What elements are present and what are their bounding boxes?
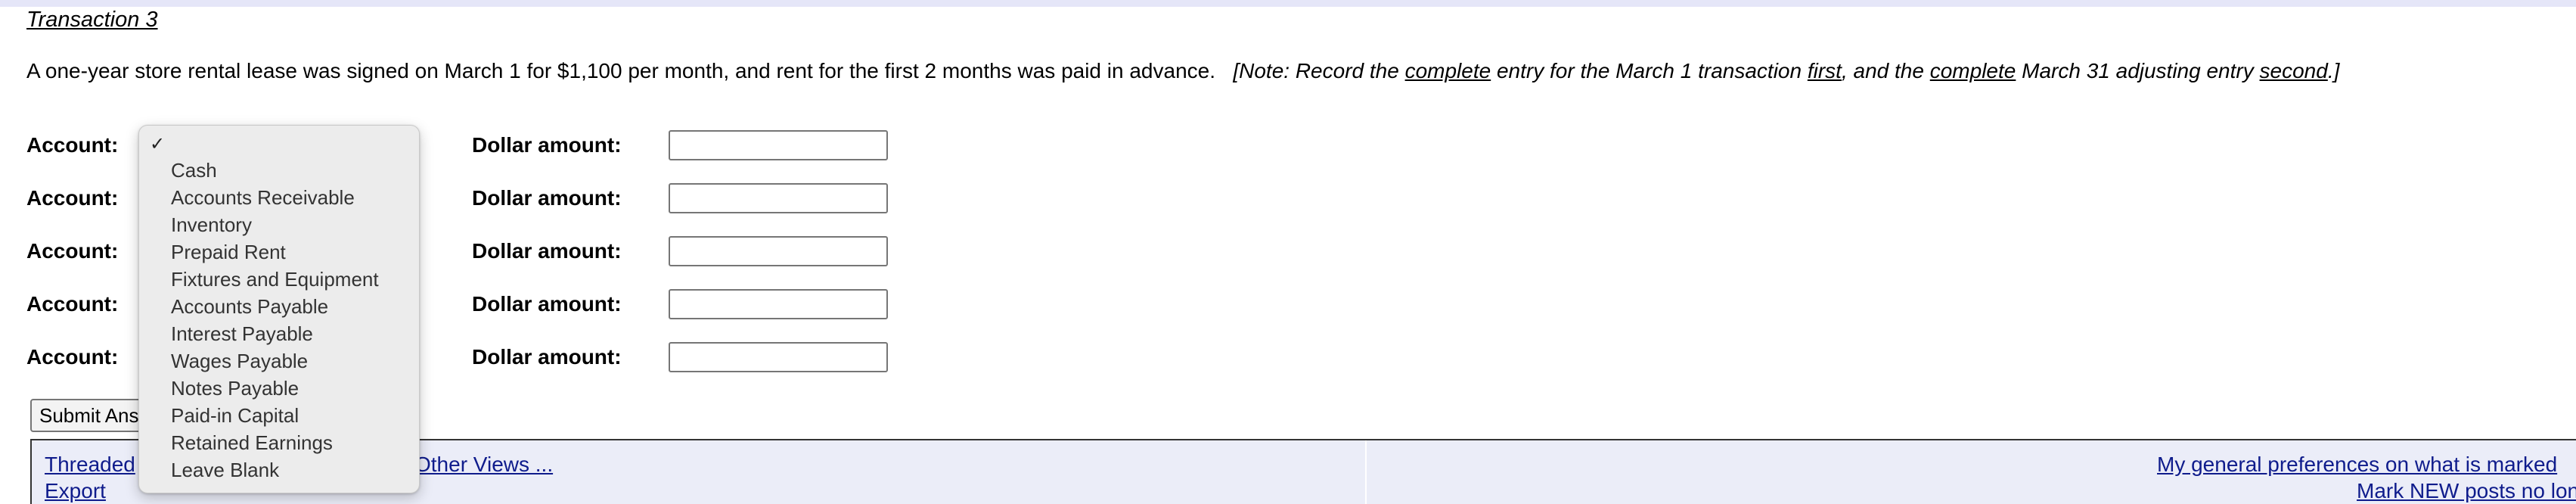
dollar-amount-input[interactable] — [669, 236, 888, 266]
dollar-amount-input[interactable] — [669, 130, 888, 160]
dropdown-option-fixtures-and-equipment[interactable]: Fixtures and Equipment — [171, 267, 379, 291]
dropdown-option-wages-payable[interactable]: Wages Payable — [171, 349, 308, 373]
dollar-amount-label: Dollar amount: — [472, 239, 622, 263]
dropdown-option-accounts-receivable[interactable]: Accounts Receivable — [171, 185, 355, 210]
dropdown-option-retained-earnings[interactable]: Retained Earnings — [171, 431, 333, 455]
dollar-amount-label: Dollar amount: — [472, 186, 622, 210]
dollar-amount-label: Dollar amount: — [472, 133, 622, 157]
dropdown-option-cash[interactable]: Cash — [171, 158, 217, 182]
threaded-link[interactable]: Threaded — [45, 452, 135, 478]
question-body: A one-year store rental lease was signed… — [26, 59, 1215, 82]
question-note: [Note: Record the complete entry for the… — [1233, 59, 2340, 82]
dollar-amount-input[interactable] — [669, 342, 888, 372]
account-label: Account: — [26, 292, 119, 316]
dollar-amount-input[interactable] — [669, 289, 888, 319]
mark-new-posts-link[interactable]: Mark NEW posts no longer new — [2357, 478, 2576, 504]
account-label: Account: — [26, 133, 119, 157]
dropdown-option-paid-in-capital[interactable]: Paid-in Capital — [171, 403, 299, 428]
dollar-amount-label: Dollar amount: — [472, 345, 622, 369]
submit-answer-button[interactable]: Submit Answer — [30, 399, 151, 432]
preferences-link[interactable]: My general preferences on what is marked — [2157, 452, 2557, 478]
dropdown-option-notes-payable[interactable]: Notes Payable — [171, 376, 299, 400]
account-dropdown-menu[interactable]: ✓ Cash Accounts Receivable Inventory Pre… — [138, 125, 420, 493]
dollar-amount-input[interactable] — [669, 183, 888, 213]
dropdown-option-accounts-payable[interactable]: Accounts Payable — [171, 294, 328, 319]
dollar-amount-label: Dollar amount: — [472, 292, 622, 316]
transaction-title: Transaction 3 — [26, 8, 158, 32]
other-views-link[interactable]: Other Views ... — [414, 452, 553, 478]
dropdown-option-inventory[interactable]: Inventory — [171, 213, 252, 237]
dropdown-option-interest-payable[interactable]: Interest Payable — [171, 322, 313, 346]
export-link[interactable]: Export — [45, 478, 106, 504]
dropdown-option-prepaid-rent[interactable]: Prepaid Rent — [171, 240, 286, 264]
question-text: A one-year store rental lease was signed… — [26, 58, 2339, 85]
checkmark-icon: ✓ — [150, 134, 166, 154]
dropdown-option-leave-blank[interactable]: Leave Blank — [171, 458, 279, 482]
account-label: Account: — [26, 186, 119, 210]
toolbar-divider — [1365, 440, 1367, 504]
top-divider — [0, 0, 2576, 7]
account-label: Account: — [26, 239, 119, 263]
account-label: Account: — [26, 345, 119, 369]
